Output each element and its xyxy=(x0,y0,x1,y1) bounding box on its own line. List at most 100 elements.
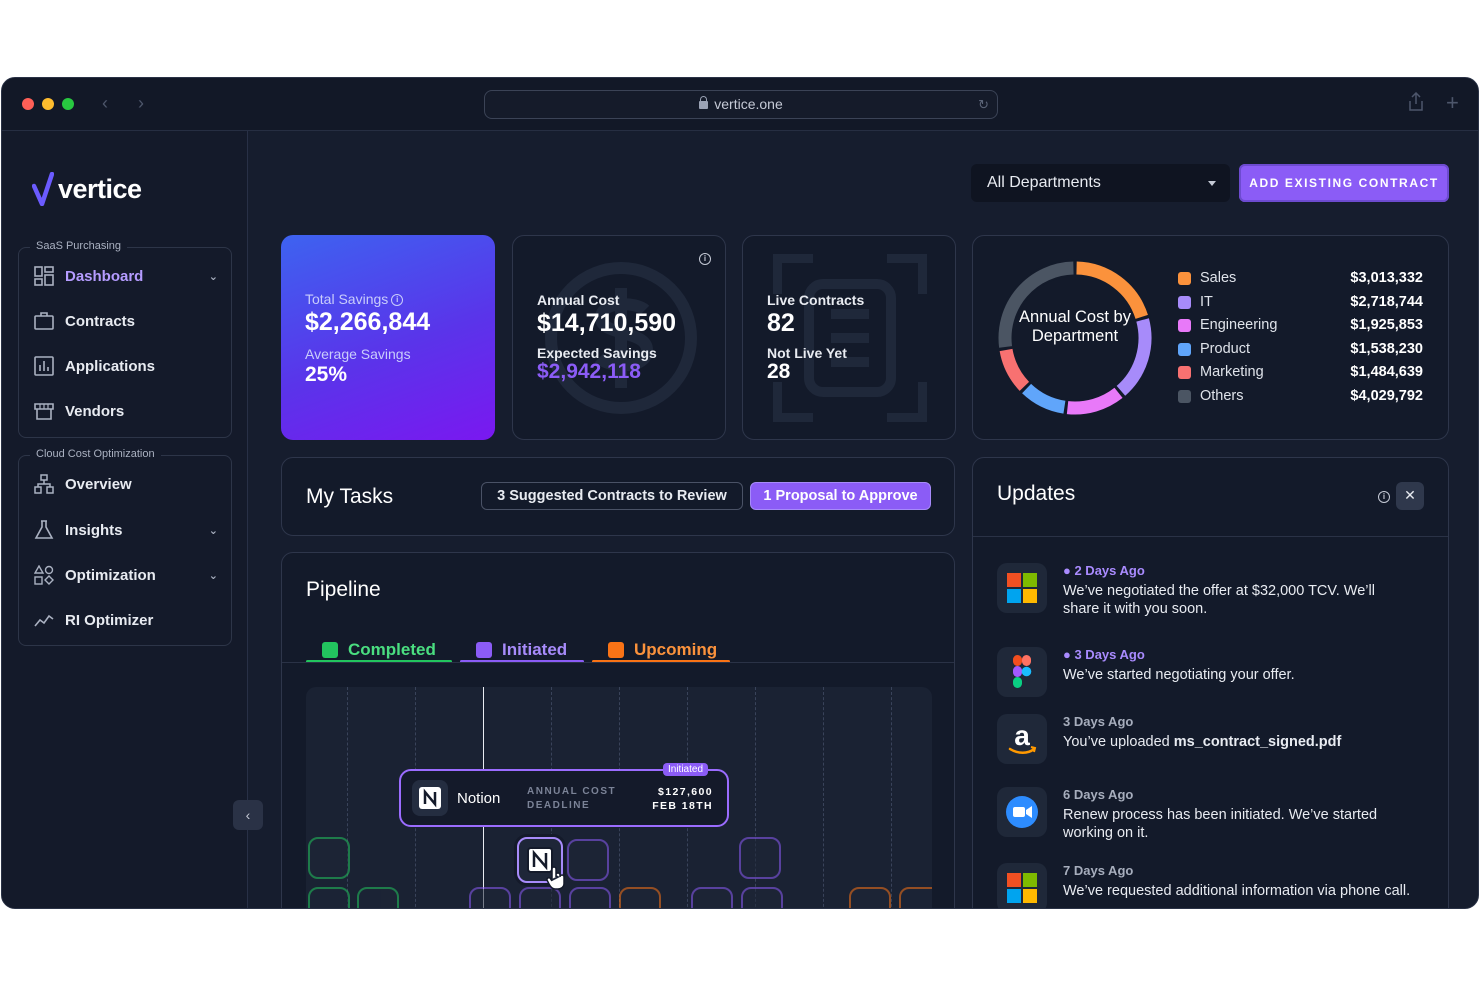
vertice-logo[interactable]: vertice xyxy=(32,171,142,207)
legend-swatch xyxy=(1178,390,1191,403)
url-text: vertice.one xyxy=(714,96,783,112)
legend-label: Product xyxy=(1200,340,1250,357)
legend-swatch xyxy=(1178,295,1191,309)
app-tile[interactable] xyxy=(739,837,781,879)
close-updates-button[interactable]: ✕ xyxy=(1396,482,1424,510)
update-text: You’ve uploaded ms_contract_signed.pdf xyxy=(1063,734,1342,750)
info-icon[interactable]: i xyxy=(391,294,404,307)
add-existing-contract-button[interactable]: ADD EXISTING CONTRACT xyxy=(1239,164,1449,202)
new-tab-icon[interactable]: + xyxy=(1446,90,1459,116)
legend-value: $2,718,744 xyxy=(1350,293,1423,310)
sidebar-item-label: Overview xyxy=(65,475,132,493)
legend-label: Others xyxy=(1200,388,1244,404)
browser-toolbar: ‹ › vertice.one ↻ + xyxy=(2,78,1478,131)
share-icon[interactable] xyxy=(1408,91,1424,117)
app-tile[interactable] xyxy=(567,839,609,881)
app-tile[interactable] xyxy=(899,887,932,908)
deadline-value: FEB 18TH xyxy=(652,800,713,812)
amazon-icon: a xyxy=(997,714,1047,764)
forward-arrow-icon[interactable]: › xyxy=(138,93,144,113)
pipeline-card: Pipeline Completed Initiated Upcoming In… xyxy=(281,552,955,908)
legend-label: IT xyxy=(1200,293,1213,310)
expected-savings-label: Expected Savings xyxy=(537,345,657,361)
vertice-logo-icon xyxy=(32,172,54,206)
legend-value: $1,925,853 xyxy=(1350,317,1423,334)
address-bar[interactable]: vertice.one ↻ xyxy=(484,90,998,119)
close-icon: ✕ xyxy=(1404,487,1416,503)
legend-item-it[interactable]: IT $2,718,744 xyxy=(1178,293,1423,313)
proposal-approve-button[interactable]: 1 Proposal to Approve xyxy=(750,482,931,510)
legend-item-others[interactable]: Others $4,029,792 xyxy=(1178,387,1423,407)
sidebar-item-label: Contracts xyxy=(65,312,136,330)
chevron-down-icon: ⌄ xyxy=(208,569,218,582)
legend-item-product[interactable]: Product $1,538,230 xyxy=(1178,340,1423,360)
minimize-window-button[interactable] xyxy=(42,98,54,110)
lock-icon xyxy=(699,96,709,109)
uploaded-file-name[interactable]: ms_contract_signed.pdf xyxy=(1174,734,1342,750)
update-time: 3 Days Ago xyxy=(1063,714,1134,729)
pipeline-timeline[interactable]: Initiated Notion ANNUAL COST DEADLINE $1… xyxy=(306,687,932,908)
microsoft-icon xyxy=(997,563,1047,613)
app-tile[interactable] xyxy=(469,887,511,908)
sidebar-item-ri-optimizer[interactable]: RI Optimizer xyxy=(34,608,153,632)
suggested-contracts-button[interactable]: 3 Suggested Contracts to Review xyxy=(481,482,743,510)
department-select-value: All Departments xyxy=(987,174,1101,191)
app-tile[interactable] xyxy=(741,887,783,908)
deadline-key: DEADLINE xyxy=(527,800,591,811)
sidebar-item-optimization[interactable]: Optimization ⌄ xyxy=(34,563,232,587)
live-contracts-value: 82 xyxy=(767,309,795,337)
group-label-saas-purchasing: SaaS Purchasing xyxy=(30,240,127,252)
sidebar-item-insights[interactable]: Insights ⌄ xyxy=(34,518,232,542)
tabs-divider xyxy=(282,662,954,663)
annual-cost-label: Annual Cost xyxy=(537,292,620,308)
popover-app-name: Notion xyxy=(457,790,501,807)
legend-swatch xyxy=(1178,342,1191,356)
my-tasks-title: My Tasks xyxy=(306,485,394,508)
update-text: Renew process has been initiated. We’ve … xyxy=(1063,807,1378,841)
notion-contract-popover[interactable]: Initiated Notion ANNUAL COST DEADLINE $1… xyxy=(399,763,729,827)
completed-square-icon xyxy=(322,642,338,658)
not-live-yet-value: 28 xyxy=(767,360,791,383)
annual-cost-card: i Annual Cost $14,710,590 Expected Savin… xyxy=(512,235,726,440)
zoom-icon xyxy=(997,787,1047,837)
legend-value: $3,013,332 xyxy=(1350,270,1423,286)
info-icon[interactable]: i xyxy=(699,253,711,265)
app-tile[interactable] xyxy=(308,837,350,879)
app-tile[interactable] xyxy=(357,887,399,908)
updates-divider xyxy=(973,536,1448,537)
sidebar-item-label: RI Optimizer xyxy=(65,611,154,629)
caret-down-icon xyxy=(1208,181,1216,186)
sidebar-item-contracts[interactable]: Contracts xyxy=(34,309,135,333)
app-tile[interactable] xyxy=(691,887,733,908)
legend-item-sales[interactable]: Sales $3,013,332 xyxy=(1178,269,1423,289)
app-tile[interactable] xyxy=(849,887,891,908)
annual-cost-value: $14,710,590 xyxy=(537,309,677,337)
app-tile[interactable] xyxy=(308,887,350,908)
donut-center-title: Annual Cost by Department xyxy=(1019,308,1131,345)
update-text: We’ve requested additional information v… xyxy=(1063,883,1411,899)
department-select[interactable]: All Departments xyxy=(971,164,1230,202)
sidebar-item-applications[interactable]: Applications xyxy=(34,354,155,378)
info-icon[interactable]: i xyxy=(1378,491,1390,503)
zoom-window-button[interactable] xyxy=(62,98,74,110)
hierarchy-icon xyxy=(34,474,54,494)
legend-item-marketing[interactable]: Marketing $1,484,639 xyxy=(1178,363,1423,383)
app-tile[interactable] xyxy=(619,887,661,908)
annual-cost-key: ANNUAL COST xyxy=(527,786,617,797)
sidebar-item-dashboard[interactable]: Dashboard ⌄ xyxy=(34,264,232,288)
legend-item-engineering[interactable]: Engineering $1,925,853 xyxy=(1178,316,1423,336)
legend-value: $1,538,230 xyxy=(1350,340,1423,357)
live-contracts-label: Live Contracts xyxy=(767,292,865,308)
app-tile[interactable] xyxy=(569,887,611,908)
notion-icon xyxy=(412,780,448,816)
microsoft-icon xyxy=(997,863,1047,908)
reload-icon[interactable]: ↻ xyxy=(978,91,989,118)
collapse-sidebar-button[interactable]: ‹ xyxy=(233,800,263,830)
sidebar-item-vendors[interactable]: Vendors xyxy=(34,399,124,423)
figma-icon xyxy=(997,647,1047,697)
close-window-button[interactable] xyxy=(22,98,34,110)
sidebar-item-overview[interactable]: Overview xyxy=(34,472,132,496)
legend-value: $1,484,639 xyxy=(1350,364,1423,381)
back-arrow-icon[interactable]: ‹ xyxy=(102,93,108,113)
sidebar: vertice SaaS Purchasing Dashboard ⌄ Cont… xyxy=(2,131,248,908)
